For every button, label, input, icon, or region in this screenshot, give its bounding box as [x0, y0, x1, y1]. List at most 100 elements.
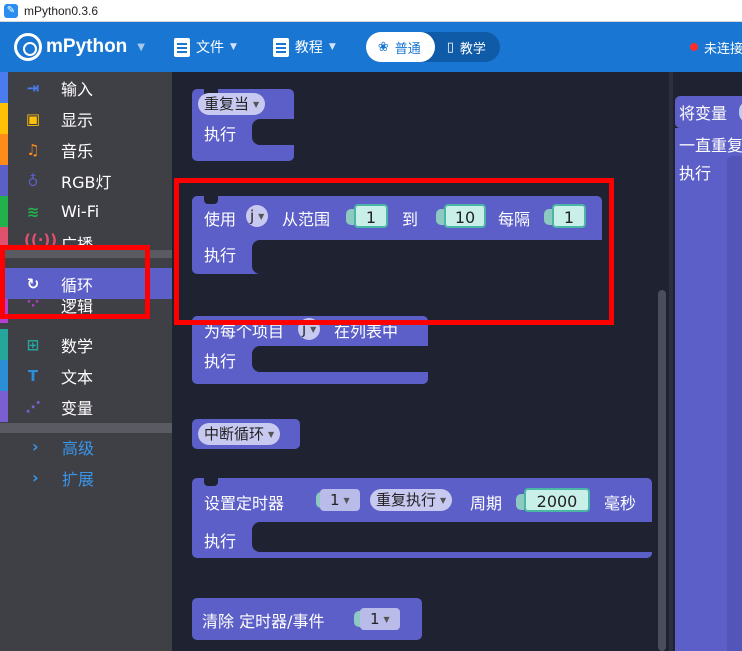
range-start-input[interactable]: 1: [354, 204, 388, 228]
from-range-label: 从范围: [282, 210, 331, 229]
category-stripe: [0, 103, 8, 134]
repeat-while-block[interactable]: 重复当 ▼ 执行: [192, 89, 294, 161]
mode-normal-label: 普通: [394, 41, 421, 57]
category-input[interactable]: ⇥ 输入: [0, 72, 172, 103]
logo[interactable]: mPython ▼: [14, 33, 174, 61]
set-variable-block[interactable]: 将变量: [675, 96, 742, 128]
category-stripe: [0, 134, 8, 165]
app-icon: ✎: [4, 3, 18, 18]
file-icon: [174, 37, 190, 57]
category-logic[interactable]: ⁘ 逻辑: [0, 299, 172, 323]
code-workspace[interactable]: 将变量 一直重复 执行: [673, 72, 742, 651]
category-label: Wi-Fi: [61, 202, 100, 221]
category-label: 数学: [61, 336, 94, 356]
dropdown-arrow-icon: ▼: [310, 324, 317, 334]
block-notch: [204, 478, 218, 486]
clear-timer-label: 清除 定时器/事件: [202, 612, 325, 631]
category-text[interactable]: T 文本: [0, 360, 172, 391]
forever-label: 一直重复: [679, 136, 742, 155]
category-label: 音乐: [61, 141, 94, 161]
for-each-var-dropdown[interactable]: j ▼: [298, 318, 321, 340]
category-stripe: [0, 72, 8, 103]
advanced-label: 高级: [62, 438, 95, 458]
dropdown-arrow-icon: ▼: [253, 99, 260, 109]
clear-timer-block[interactable]: 清除 定时器/事件 1 ▼: [192, 598, 422, 640]
mode-switch: ❀ 普通 ▯ 教学: [365, 32, 500, 62]
extensions-label: 扩展: [62, 469, 95, 489]
advanced-expander[interactable]: › 高级: [0, 431, 172, 462]
tutorial-menu-label: 教程: [294, 40, 323, 56]
period-label: 周期: [470, 494, 503, 513]
timer-mode-dropdown[interactable]: 重复执行 ▼: [370, 489, 453, 511]
file-menu[interactable]: 文件 ▼: [174, 37, 237, 57]
category-stripe: [0, 196, 8, 227]
category-sidebar: ⇥ 输入 ▣ 显示 ♫ 音乐 ♁ RGB灯 ≋ Wi-Fi ((·)) 广播 ↻…: [0, 72, 172, 651]
for-each-label: 为每个项目: [204, 322, 285, 341]
category-label: 循环: [61, 275, 94, 295]
dropdown-arrow-icon: ▼: [343, 495, 350, 505]
loop-icon: ↻: [26, 274, 40, 293]
category-loop[interactable]: ↻ 循环: [0, 268, 172, 299]
flyout-scrollbar[interactable]: [658, 290, 666, 651]
ms-unit-label: 毫秒: [604, 494, 637, 513]
forever-block[interactable]: 一直重复 执行: [675, 128, 742, 651]
range-step-input[interactable]: 1: [552, 204, 586, 228]
chevron-right-icon: ›: [32, 468, 39, 487]
break-dropdown[interactable]: 中断循环 ▼: [198, 423, 281, 445]
statement-slot: [727, 156, 742, 651]
connection-status[interactable]: 未连接: [690, 22, 742, 72]
extensions-expander[interactable]: › 扩展: [0, 462, 172, 493]
in-list-label: 在列表中: [334, 322, 399, 341]
for-each-block[interactable]: 为每个项目 j ▼ 在列表中 执行: [192, 316, 428, 384]
chevron-right-icon: ›: [32, 437, 39, 456]
input-socket: [436, 209, 444, 225]
top-toolbar: mPython ▼ 文件 ▼ 教程 ▼ ❀ 普通 ▯ 教学 未连接: [0, 22, 742, 72]
category-stripe: [0, 299, 8, 323]
loop-var-dropdown[interactable]: j ▼: [246, 205, 269, 227]
category-stripe: [0, 165, 8, 196]
category-music[interactable]: ♫ 音乐: [0, 134, 172, 165]
mode-teach-label: 教学: [459, 41, 486, 57]
timer-id-dropdown[interactable]: 1 ▼: [320, 489, 360, 511]
category-label: 文本: [61, 367, 94, 387]
set-timer-block[interactable]: 设置定时器 1 ▼ 重复执行 ▼ 周期 2000 毫秒 执行: [192, 478, 652, 558]
logo-text: mPython: [46, 36, 128, 57]
block-notch: [204, 196, 218, 204]
range-end-input[interactable]: 10: [444, 204, 486, 228]
period-ms-input[interactable]: 2000: [524, 488, 590, 512]
category-display[interactable]: ▣ 显示: [0, 103, 172, 134]
statement-slot: [252, 522, 652, 552]
category-stripe: [0, 227, 8, 250]
category-label: 输入: [61, 79, 94, 99]
wifi-icon: ≋: [26, 202, 40, 221]
category-label: 变量: [61, 398, 94, 418]
chevron-down-icon: ▼: [137, 41, 145, 53]
tutorial-menu[interactable]: 教程 ▼: [272, 37, 336, 57]
mode-normal-button[interactable]: ❀ 普通: [365, 32, 435, 62]
chevron-down-icon: ▼: [230, 42, 237, 52]
use-label: 使用: [204, 210, 237, 229]
timer-id-label: 1: [330, 491, 340, 509]
status-dot-icon: [690, 43, 698, 51]
every-label: 每隔: [498, 210, 531, 229]
input-socket: [544, 209, 552, 225]
for-range-block[interactable]: 使用 j ▼ 从范围 1 到 10 每隔 1 执行: [192, 196, 602, 274]
clear-timer-id-label: 1: [370, 610, 380, 628]
statement-slot: [252, 240, 602, 274]
input-socket: [516, 494, 524, 510]
mode-teach-button[interactable]: ▯ 教学: [435, 32, 500, 62]
do-label: 执行: [204, 352, 237, 371]
dropdown-arrow-icon: ▼: [383, 614, 390, 624]
to-label: 到: [402, 210, 419, 229]
palette-icon: ❀: [377, 39, 389, 55]
category-wifi[interactable]: ≋ Wi-Fi: [0, 196, 172, 227]
set-variable-label: 将变量: [679, 104, 728, 123]
category-broadcast[interactable]: ((·)) 广播: [0, 227, 172, 250]
category-rgb-light[interactable]: ♁ RGB灯: [0, 165, 172, 196]
category-math[interactable]: ⊞ 数学: [0, 329, 172, 360]
repeat-while-dropdown[interactable]: 重复当 ▼: [198, 93, 266, 115]
rgb-light-icon: ♁: [27, 171, 39, 190]
category-variable[interactable]: ⋰ 变量: [0, 391, 172, 422]
clear-timer-id-dropdown[interactable]: 1 ▼: [360, 608, 400, 630]
break-loop-block[interactable]: 中断循环 ▼: [192, 419, 300, 449]
